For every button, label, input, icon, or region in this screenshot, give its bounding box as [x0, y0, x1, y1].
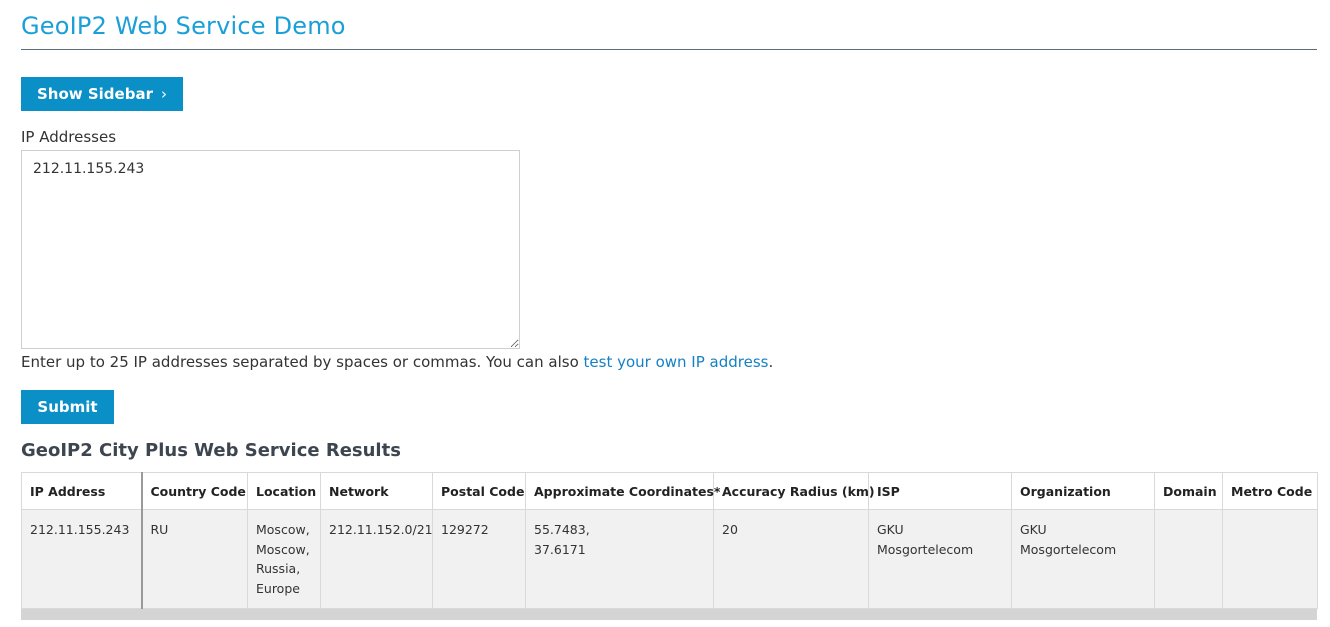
cell-accuracy-radius: 20 — [713, 509, 869, 609]
cell-postal-code: 129272 — [432, 509, 526, 609]
ip-help-text: Enter up to 25 IP addresses separated by… — [21, 353, 773, 371]
test-own-ip-link[interactable]: test your own IP address — [584, 353, 769, 371]
results-header-row: IP Address Country Code Location Network… — [21, 472, 1318, 510]
column-header-ip-address: IP Address — [21, 472, 143, 510]
submit-button[interactable]: Submit — [21, 390, 114, 424]
cell-domain — [1154, 509, 1223, 609]
show-sidebar-label: Show Sidebar — [37, 85, 153, 103]
column-header-network: Network — [320, 472, 433, 510]
chevron-right-icon: › — [160, 85, 167, 103]
coordinates-line: 55.7483, — [534, 522, 590, 537]
title-divider — [21, 49, 1317, 50]
column-header-location: Location — [247, 472, 321, 510]
help-prefix: Enter up to 25 IP addresses separated by… — [21, 353, 584, 371]
column-header-postal-code: Postal Code — [432, 472, 526, 510]
page-title: GeoIP2 Web Service Demo — [21, 12, 346, 40]
cell-network: 212.11.152.0/21 — [320, 509, 433, 609]
cell-organization: GKU Mosgortelecom — [1011, 509, 1155, 609]
column-header-accuracy-radius: Accuracy Radius (km) — [713, 472, 875, 510]
show-sidebar-button[interactable]: Show Sidebar › — [21, 77, 183, 111]
ip-addresses-label: IP Addresses — [21, 128, 117, 146]
column-header-approximate-coordinates: Approximate Coordinates* — [525, 472, 720, 510]
horizontal-scrollbar[interactable] — [21, 609, 1317, 620]
results-title: GeoIP2 City Plus Web Service Results — [21, 440, 401, 461]
ip-addresses-input[interactable]: 212.11.155.243 — [21, 150, 520, 349]
cell-isp: GKU Mosgortelecom — [868, 509, 1012, 609]
location-line: Moscow, — [256, 541, 310, 557]
help-suffix: . — [768, 353, 774, 371]
column-header-country-code: Country Code — [141, 472, 248, 510]
page: GeoIP2 Web Service Demo Show Sidebar › I… — [0, 0, 1330, 627]
cell-ip-address: 212.11.155.243 — [21, 509, 143, 609]
cell-location: Moscow, Moscow, Russia, Europe — [247, 509, 321, 609]
coordinates-line: 37.6171 — [534, 541, 586, 557]
cell-country-code: RU — [141, 509, 248, 609]
table-row: 212.11.155.243 RU Moscow, Moscow, Russia… — [21, 509, 1318, 609]
results-table: IP Address Country Code Location Network… — [21, 472, 1318, 609]
column-header-metro-code: Metro Code — [1222, 472, 1318, 510]
column-header-domain: Domain — [1154, 472, 1223, 510]
cell-approximate-coordinates: 55.7483, 37.6171 — [525, 509, 714, 609]
column-header-organization: Organization — [1011, 472, 1155, 510]
location-line: Europe — [256, 580, 300, 596]
cell-metro-code — [1222, 509, 1318, 609]
column-header-isp: ISP — [868, 472, 1012, 510]
location-line: Moscow, — [256, 522, 310, 537]
location-line: Russia, — [256, 561, 301, 576]
